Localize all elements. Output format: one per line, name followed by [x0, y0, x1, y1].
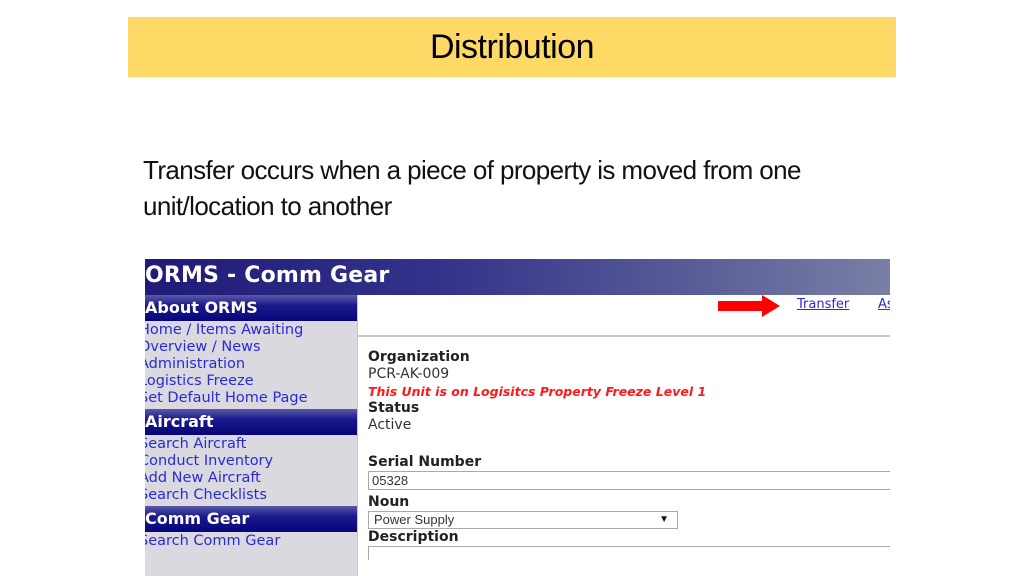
- sidebar-link-default-home[interactable]: Set Default Home Page: [145, 390, 357, 407]
- property-form: Organization PCR-AK-009 This Unit is on …: [368, 349, 890, 560]
- app-header: ORMS - Comm Gear: [145, 259, 890, 295]
- sidebar-link-search-aircraft[interactable]: Search Aircraft: [145, 436, 357, 453]
- freeze-warning: This Unit is on Logisitcs Property Freez…: [368, 384, 707, 399]
- noun-select[interactable]: Power Supply ▼: [368, 511, 678, 529]
- main-content: Transfer As Organization PCR-AK-009 This…: [357, 295, 890, 576]
- noun-select-value: Power Supply: [374, 512, 455, 527]
- sidebar-link-logistics-freeze[interactable]: Logistics Freeze: [145, 373, 357, 390]
- sidebar-heading-comm-gear: Comm Gear: [145, 506, 357, 532]
- slide-title-band: Distribution: [128, 17, 896, 77]
- sidebar: About ORMS Home / Items Awaiting Overvie…: [145, 295, 357, 576]
- action-bar: Transfer As: [358, 295, 890, 337]
- serial-number-input[interactable]: 05328: [368, 471, 890, 490]
- sidebar-link-administration[interactable]: Administration: [145, 356, 357, 373]
- sidebar-heading-aircraft: Aircraft: [145, 409, 357, 435]
- serial-number-label: Serial Number: [368, 454, 482, 470]
- status-label: Status: [368, 400, 420, 416]
- sidebar-link-search-checklists[interactable]: Search Checklists: [145, 487, 357, 504]
- organization-label: Organization: [368, 349, 470, 365]
- sidebar-heading-about: About ORMS: [145, 295, 357, 321]
- slide-title: Distribution: [429, 27, 595, 66]
- next-action-link[interactable]: As: [878, 297, 890, 312]
- status-value: Active: [368, 417, 412, 433]
- sidebar-link-home[interactable]: Home / Items Awaiting: [145, 322, 357, 339]
- description-input[interactable]: [368, 546, 890, 560]
- noun-label: Noun: [368, 494, 410, 510]
- sidebar-link-search-comm-gear[interactable]: Search Comm Gear: [145, 533, 357, 550]
- sidebar-link-add-aircraft[interactable]: Add New Aircraft: [145, 470, 357, 487]
- sidebar-link-overview[interactable]: Overview / News: [145, 339, 357, 356]
- dropdown-caret-icon: ▼: [659, 514, 669, 525]
- sidebar-link-conduct-inventory[interactable]: Conduct Inventory: [145, 453, 357, 470]
- red-arrow-right-icon: [718, 295, 780, 317]
- app-title: ORMS - Comm Gear: [145, 263, 390, 288]
- organization-value: PCR-AK-009: [368, 366, 450, 382]
- transfer-link[interactable]: Transfer: [797, 297, 849, 312]
- app-screenshot: ORMS - Comm Gear About ORMS Home / Items…: [145, 259, 890, 576]
- slide-subtitle: Transfer occurs when a piece of property…: [143, 155, 801, 221]
- description-label: Description: [368, 529, 459, 545]
